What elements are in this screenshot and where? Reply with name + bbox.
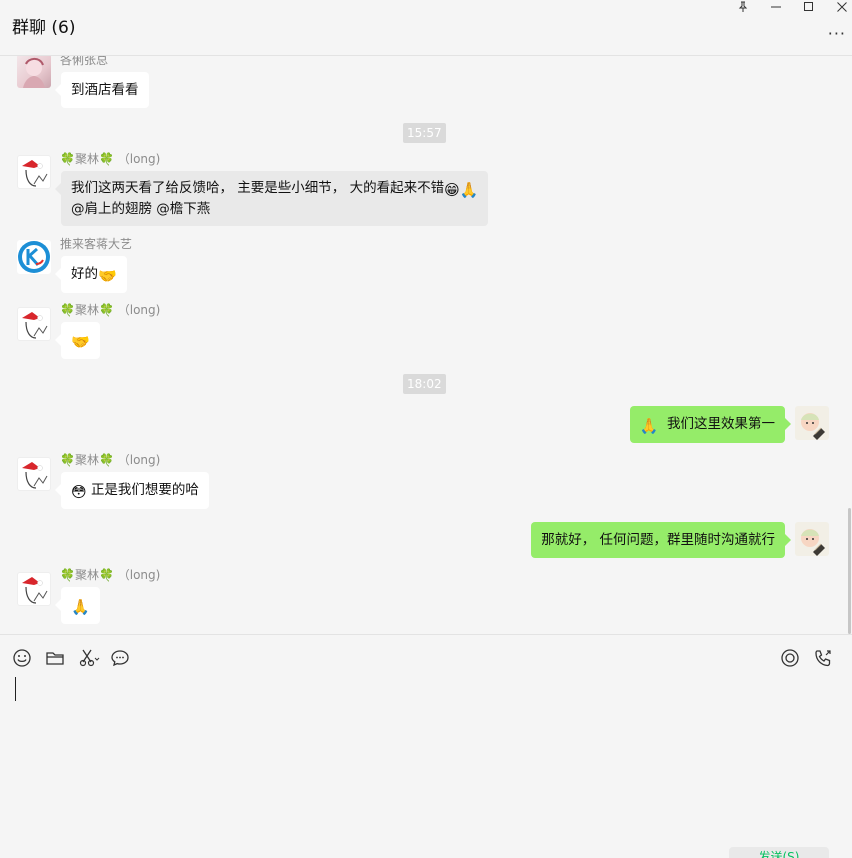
message-bubble[interactable]: 😳 正是我们想要的哈: [55, 472, 209, 509]
flushed-emoji: 😳: [71, 483, 87, 501]
sender-name: 各俐张总: [60, 56, 109, 67]
message-text: 我们这里效果第一: [667, 416, 775, 432]
message-text: 好的: [71, 266, 98, 282]
message-bubble[interactable]: 好的🤝: [55, 256, 127, 293]
message-bubble[interactable]: 🙏 我们这里效果第一: [629, 406, 791, 443]
avatar[interactable]: [17, 457, 51, 491]
clover-emoji: 🍀: [98, 568, 114, 582]
clover-emoji: 🍀: [98, 453, 114, 467]
sender-suffix: （long): [117, 152, 161, 166]
sender-name: 🍀聚林🍀 （long): [60, 451, 160, 468]
avatar[interactable]: [17, 572, 51, 606]
clover-emoji: 🍀: [60, 152, 75, 166]
message-bubble[interactable]: 🙏: [55, 587, 100, 624]
clover-emoji: 🍀: [98, 303, 114, 317]
message-bubble[interactable]: 到酒店看看: [55, 72, 149, 108]
clover-emoji: 🍀: [98, 152, 114, 166]
handshake-emoji: 🤝: [71, 333, 90, 351]
chat-history-icon[interactable]: [109, 647, 131, 669]
pray-emoji: 🙏: [459, 181, 479, 199]
close-icon[interactable]: [831, 0, 852, 14]
self-avatar[interactable]: [795, 406, 829, 440]
handshake-emoji: 🤝: [98, 267, 117, 285]
sender-name: 🍀聚林🍀 （long): [60, 301, 160, 318]
maximize-icon[interactable]: [798, 0, 820, 14]
message-bubble[interactable]: 🤝: [55, 322, 100, 359]
clover-emoji: 🍀: [60, 303, 75, 317]
message-bubble[interactable]: 那就好， 任何问题，群里随时沟通就行: [531, 522, 791, 558]
sender-name-text: 聚林: [74, 152, 99, 166]
message-line: 我们这两天看了给反馈哈， 主要是些小细节， 大的看起来不错😁🙏: [71, 178, 478, 199]
message-text: 我们这两天看了给反馈哈， 主要是些小细节， 大的看起来不错: [71, 180, 445, 196]
sender-suffix: （long): [117, 568, 161, 582]
message-list[interactable]: 各俐张总 到酒店看看 15:57 🍀聚林🍀 （long) 我们这两天看了给反馈哈…: [0, 56, 852, 634]
self-avatar[interactable]: [795, 522, 829, 556]
message-bubble[interactable]: 我们这两天看了给反馈哈， 主要是些小细节， 大的看起来不错😁🙏 @肩上的翅膀 @…: [55, 171, 489, 226]
title-bar: 群聊 (6) ···: [0, 0, 852, 56]
timestamp: 15:57: [403, 123, 446, 143]
more-options-icon[interactable]: ···: [828, 24, 846, 43]
timestamp: 18:02: [403, 374, 446, 394]
input-area: 发送(S): [0, 634, 852, 858]
sender-name-text: 聚林: [74, 568, 99, 582]
message-text: 正是我们想要的哈: [90, 482, 199, 498]
avatar[interactable]: [17, 155, 51, 189]
grin-emoji: 😁: [444, 181, 460, 199]
sender-suffix: （long): [117, 453, 161, 467]
avatar[interactable]: [17, 240, 51, 274]
message-text: 到酒店看看: [71, 82, 139, 98]
folder-icon[interactable]: [44, 647, 66, 669]
sender-suffix: （long): [117, 303, 161, 317]
text-cursor: [15, 677, 16, 701]
pin-icon[interactable]: [732, 0, 754, 14]
chat-title: 群聊 (6): [12, 18, 76, 38]
sender-name-text: 聚林: [74, 453, 99, 467]
avatar[interactable]: [17, 307, 51, 341]
live-icon[interactable]: [779, 647, 801, 669]
emoji-icon[interactable]: [11, 647, 33, 669]
message-text: 那就好， 任何问题，群里随时沟通就行: [541, 532, 775, 548]
sender-name: 推来客蒋大艺: [60, 237, 133, 251]
clover-emoji: 🍀: [60, 453, 75, 467]
minimize-icon[interactable]: [765, 0, 787, 14]
call-icon[interactable]: [812, 647, 834, 669]
scrollbar[interactable]: [848, 508, 851, 634]
pray-emoji: 🙏: [639, 417, 659, 435]
pray-emoji: 🙏: [71, 598, 90, 616]
message-line: @肩上的翅膀 @檐下燕: [71, 201, 211, 217]
clover-emoji: 🍀: [60, 568, 75, 582]
sender-name: 🍀聚林🍀 （long): [60, 150, 160, 167]
sender-name: 🍀聚林🍀 （long): [60, 566, 160, 583]
sender-name-text: 聚林: [74, 303, 99, 317]
send-button[interactable]: 发送(S): [729, 847, 829, 858]
avatar[interactable]: [17, 56, 51, 88]
screenshot-scissors-icon[interactable]: [77, 647, 101, 669]
